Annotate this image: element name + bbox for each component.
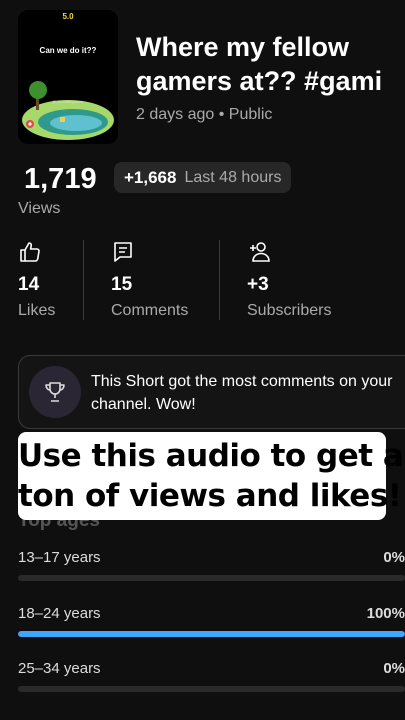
stat-divider <box>83 240 84 320</box>
comments-label: Comments <box>111 302 189 319</box>
views-period: Last 48 hours <box>184 168 282 186</box>
video-title-line1: Where my fellow <box>136 32 350 62</box>
add-person-icon <box>247 240 331 264</box>
age-bar-track <box>18 575 405 581</box>
golf-course-illustration <box>22 81 114 140</box>
age-label: 13–17 years <box>18 549 101 566</box>
likes-count: 14 <box>18 274 40 295</box>
views-delta-chip: +1,668 Last 48 hours <box>114 162 292 193</box>
age-percent: 0% <box>383 660 405 677</box>
views-delta: +1,668 <box>124 167 177 187</box>
views-label: Views <box>18 200 61 217</box>
comment-icon <box>111 240 188 264</box>
age-row-13-17: 13–17 years 0% <box>18 549 405 581</box>
age-label: 18–24 years <box>18 605 101 622</box>
age-percent: 100% <box>366 605 405 622</box>
video-meta: 2 days ago • Public <box>136 106 272 124</box>
subscribers-count: +3 <box>247 274 269 295</box>
age-percent: 0% <box>383 549 405 566</box>
likes-stat[interactable]: 14 Likes <box>18 240 55 320</box>
video-thumbnail[interactable]: 5.0 Can we do it?? @ youtubegames <box>18 10 118 144</box>
video-title-line2: gamers at?? #gami <box>136 66 383 96</box>
caption-overlay: Use this audio to get a ton of views and… <box>18 432 405 520</box>
thumbnail-question: Can we do it?? <box>39 46 97 55</box>
achievement-text: This Short got the most comments on your… <box>91 373 393 413</box>
caption-line2: ton of views and likes!! <box>18 478 405 514</box>
achievement-card[interactable]: This Short got the most comments on your… <box>18 355 405 429</box>
views-count: 1,719 <box>24 163 97 195</box>
subscribers-label: Subscribers <box>247 302 332 319</box>
comments-count: 15 <box>111 274 133 295</box>
likes-label: Likes <box>18 302 56 319</box>
meta-separator: • <box>218 106 225 123</box>
trophy-icon <box>29 366 81 418</box>
age-row-25-34: 25–34 years 0% <box>18 660 405 692</box>
stat-divider <box>219 240 220 320</box>
subscribers-stat[interactable]: +3 Subscribers <box>247 240 331 320</box>
comments-stat[interactable]: 15 Comments <box>111 240 188 320</box>
caption-line1: Use this audio to get a <box>18 438 404 474</box>
thumbnail-username: @ youtubegames <box>52 99 84 104</box>
thumbs-up-icon <box>18 240 55 264</box>
video-title: Where my fellow gamers at?? #gami <box>136 30 405 98</box>
age-bar-fill <box>18 631 405 637</box>
thumbnail-score: 5.0 <box>62 12 74 21</box>
age-bar-track <box>18 631 405 637</box>
video-age: 2 days ago <box>136 106 215 123</box>
video-visibility: Public <box>228 106 273 123</box>
age-row-18-24: 18–24 years 100% <box>18 605 405 637</box>
age-label: 25–34 years <box>18 660 101 677</box>
age-bar-track <box>18 686 405 692</box>
